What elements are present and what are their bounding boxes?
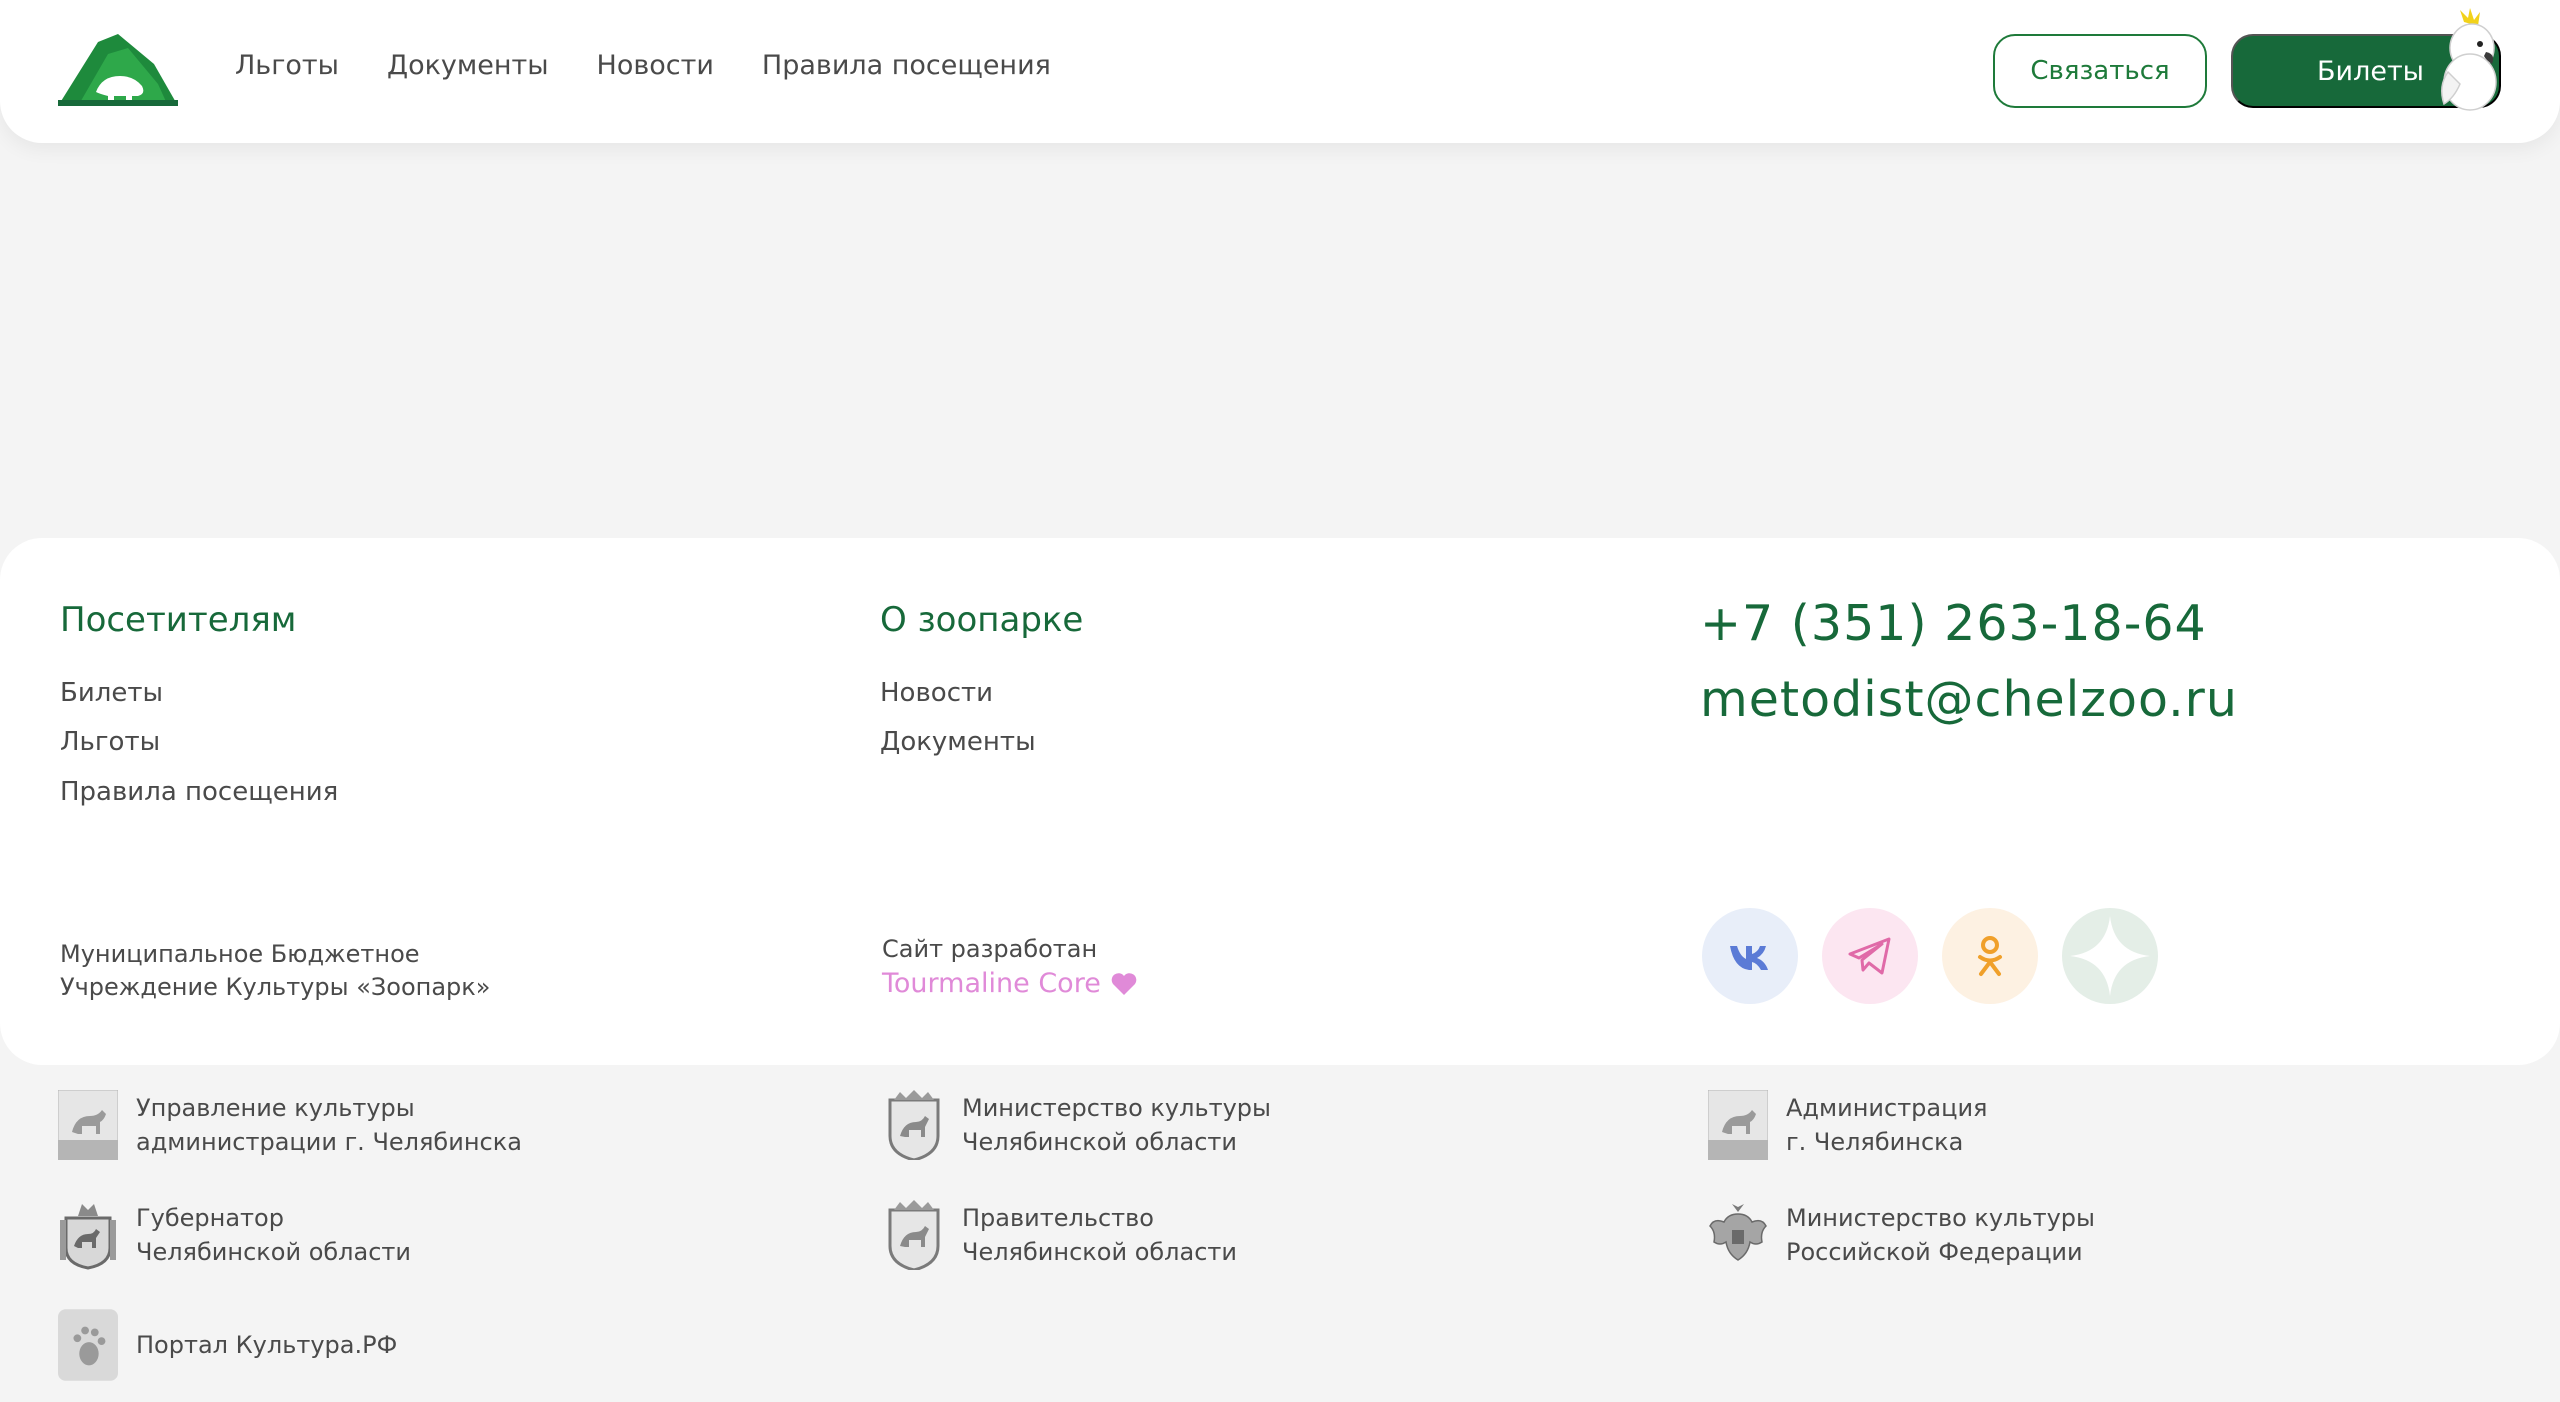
footer-link-benefits[interactable]: Льготы [60,727,160,757]
dzen-icon [2070,916,2150,996]
partner-russia-ministry[interactable]: Министерство культуры Российской Федерац… [1708,1200,2095,1270]
partner-culture-portal[interactable]: Портал Культура.РФ [58,1309,397,1381]
footer-link-news[interactable]: Новости [880,678,993,708]
partner-city-administration[interactable]: Администрация г. Челябинска [1708,1090,1988,1160]
chelyabinsk-region-emblem-icon [884,1090,944,1160]
odnoklassniki-button[interactable] [1942,908,2038,1004]
nav-news[interactable]: Новости [597,50,714,81]
main-nav: Льготы Документы Новости Правила посещен… [235,50,1051,81]
partner-regional-ministry[interactable]: Министерство культуры Челябинской област… [884,1090,1271,1160]
nav-documents[interactable]: Документы [387,50,549,81]
vk-button[interactable] [1702,908,1798,1004]
visitors-title: Посетителям [60,600,297,640]
about-title: О зоопарке [880,600,1084,640]
heart-icon [1111,972,1137,995]
developer-label: Сайт разработан [882,935,1098,963]
telegram-button[interactable] [1822,908,1918,1004]
partner-culture-department[interactable]: Управление культуры администрации г. Чел… [58,1090,522,1160]
contact-button[interactable]: Связаться [1993,34,2207,108]
governor-emblem-icon [58,1200,118,1270]
nav-benefits[interactable]: Льготы [235,50,339,81]
chelyabinsk-region-emblem-icon [884,1200,944,1270]
vk-icon [1730,946,1768,970]
chelyabinsk-city-emblem-icon [1708,1090,1768,1160]
organization-name: Муниципальное Бюджетное Учреждение Культ… [60,940,491,1001]
russia-eagle-icon [1708,1200,1768,1270]
footer-link-tickets[interactable]: Билеты [60,678,163,708]
site-header: Льготы Документы Новости Правила посещен… [0,0,2560,143]
culture-portal-icon [58,1309,118,1381]
cockatoo-mascot-icon [2441,8,2497,111]
phone-link[interactable]: +7 (351) 263-18-64 [1700,595,2207,652]
footer-link-documents[interactable]: Документы [880,727,1036,757]
email-link[interactable]: metodist@chelzoo.ru [1700,671,2238,728]
footer-link-rules[interactable]: Правила посещения [60,777,338,807]
chelyabinsk-city-emblem-icon [58,1090,118,1160]
nav-rules[interactable]: Правила посещения [762,50,1051,81]
odnoklassniki-icon [1978,936,2002,976]
telegram-icon [1848,937,1891,975]
partner-regional-government[interactable]: Правительство Челябинской области [884,1200,1237,1270]
partner-governor[interactable]: Губернатор Челябинской области [58,1200,411,1270]
dzen-button[interactable] [2062,908,2158,1004]
developer-link[interactable]: Tourmaline Core [882,968,1137,999]
zoo-logo-icon[interactable] [58,34,178,106]
